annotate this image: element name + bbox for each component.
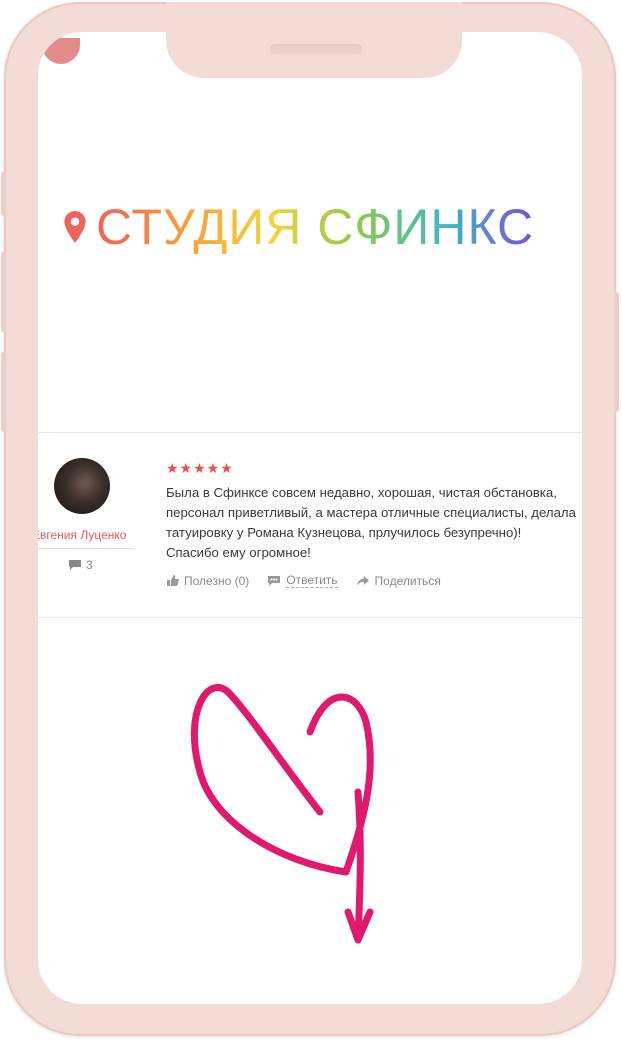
share-arrow-icon [356, 575, 369, 586]
phone-side-button [1, 172, 6, 216]
reply-button[interactable]: Ответить [267, 573, 338, 588]
review-text: Была в Сфинксе совсем недавно, хорошая, … [166, 485, 576, 560]
review-actions: Полезно (0) Ответить Поделиться [166, 573, 576, 588]
review-divider-top [38, 432, 582, 433]
share-label: Поделиться [374, 573, 441, 588]
studio-title: СТУДИЯ СФИНКС [96, 199, 535, 255]
thumbs-up-icon [167, 575, 179, 586]
phone-volume-down [1, 352, 6, 432]
useful-label: Полезно (0) [184, 573, 250, 588]
phone-screen: ОТЗЫ СТУДИЯ СФИНКС Евгения Луценко 3 ★★★… [38, 32, 582, 1004]
phone-frame: ОТЗЫ СТУДИЯ СФИНКС Евгения Луценко 3 ★★★… [1, 2, 619, 1036]
reply-label: Ответить [286, 573, 338, 588]
comments-count: 3 [86, 558, 93, 572]
phone-speaker [270, 44, 362, 54]
review-body: ★★★★★ Была в Сфинксе совсем недавно, хор… [166, 460, 576, 588]
reviewer-name[interactable]: Евгения Луценко [38, 528, 132, 542]
phone-notch [166, 2, 462, 78]
studio-title-row: СТУДИЯ СФИНКС [62, 198, 534, 256]
share-button[interactable]: Поделиться [356, 574, 441, 588]
reviewer-comments[interactable]: 3 [68, 558, 93, 572]
reply-chat-icon [268, 575, 281, 586]
story-avatar[interactable] [42, 38, 80, 64]
rating-stars: ★★★★★ [166, 460, 234, 476]
useful-button[interactable]: Полезно (0) [166, 574, 249, 588]
comment-bubble-icon [69, 560, 81, 570]
phone-volume-up [1, 252, 6, 332]
location-pin-icon [64, 211, 86, 243]
hand-drawn-heart-icon [190, 684, 374, 944]
story-label: ОТЗЫ [98, 34, 142, 50]
reviewer-avatar[interactable] [54, 458, 110, 514]
review-divider-bottom [38, 617, 582, 618]
phone-power-button [614, 292, 619, 412]
reviewer-divider [38, 548, 134, 549]
